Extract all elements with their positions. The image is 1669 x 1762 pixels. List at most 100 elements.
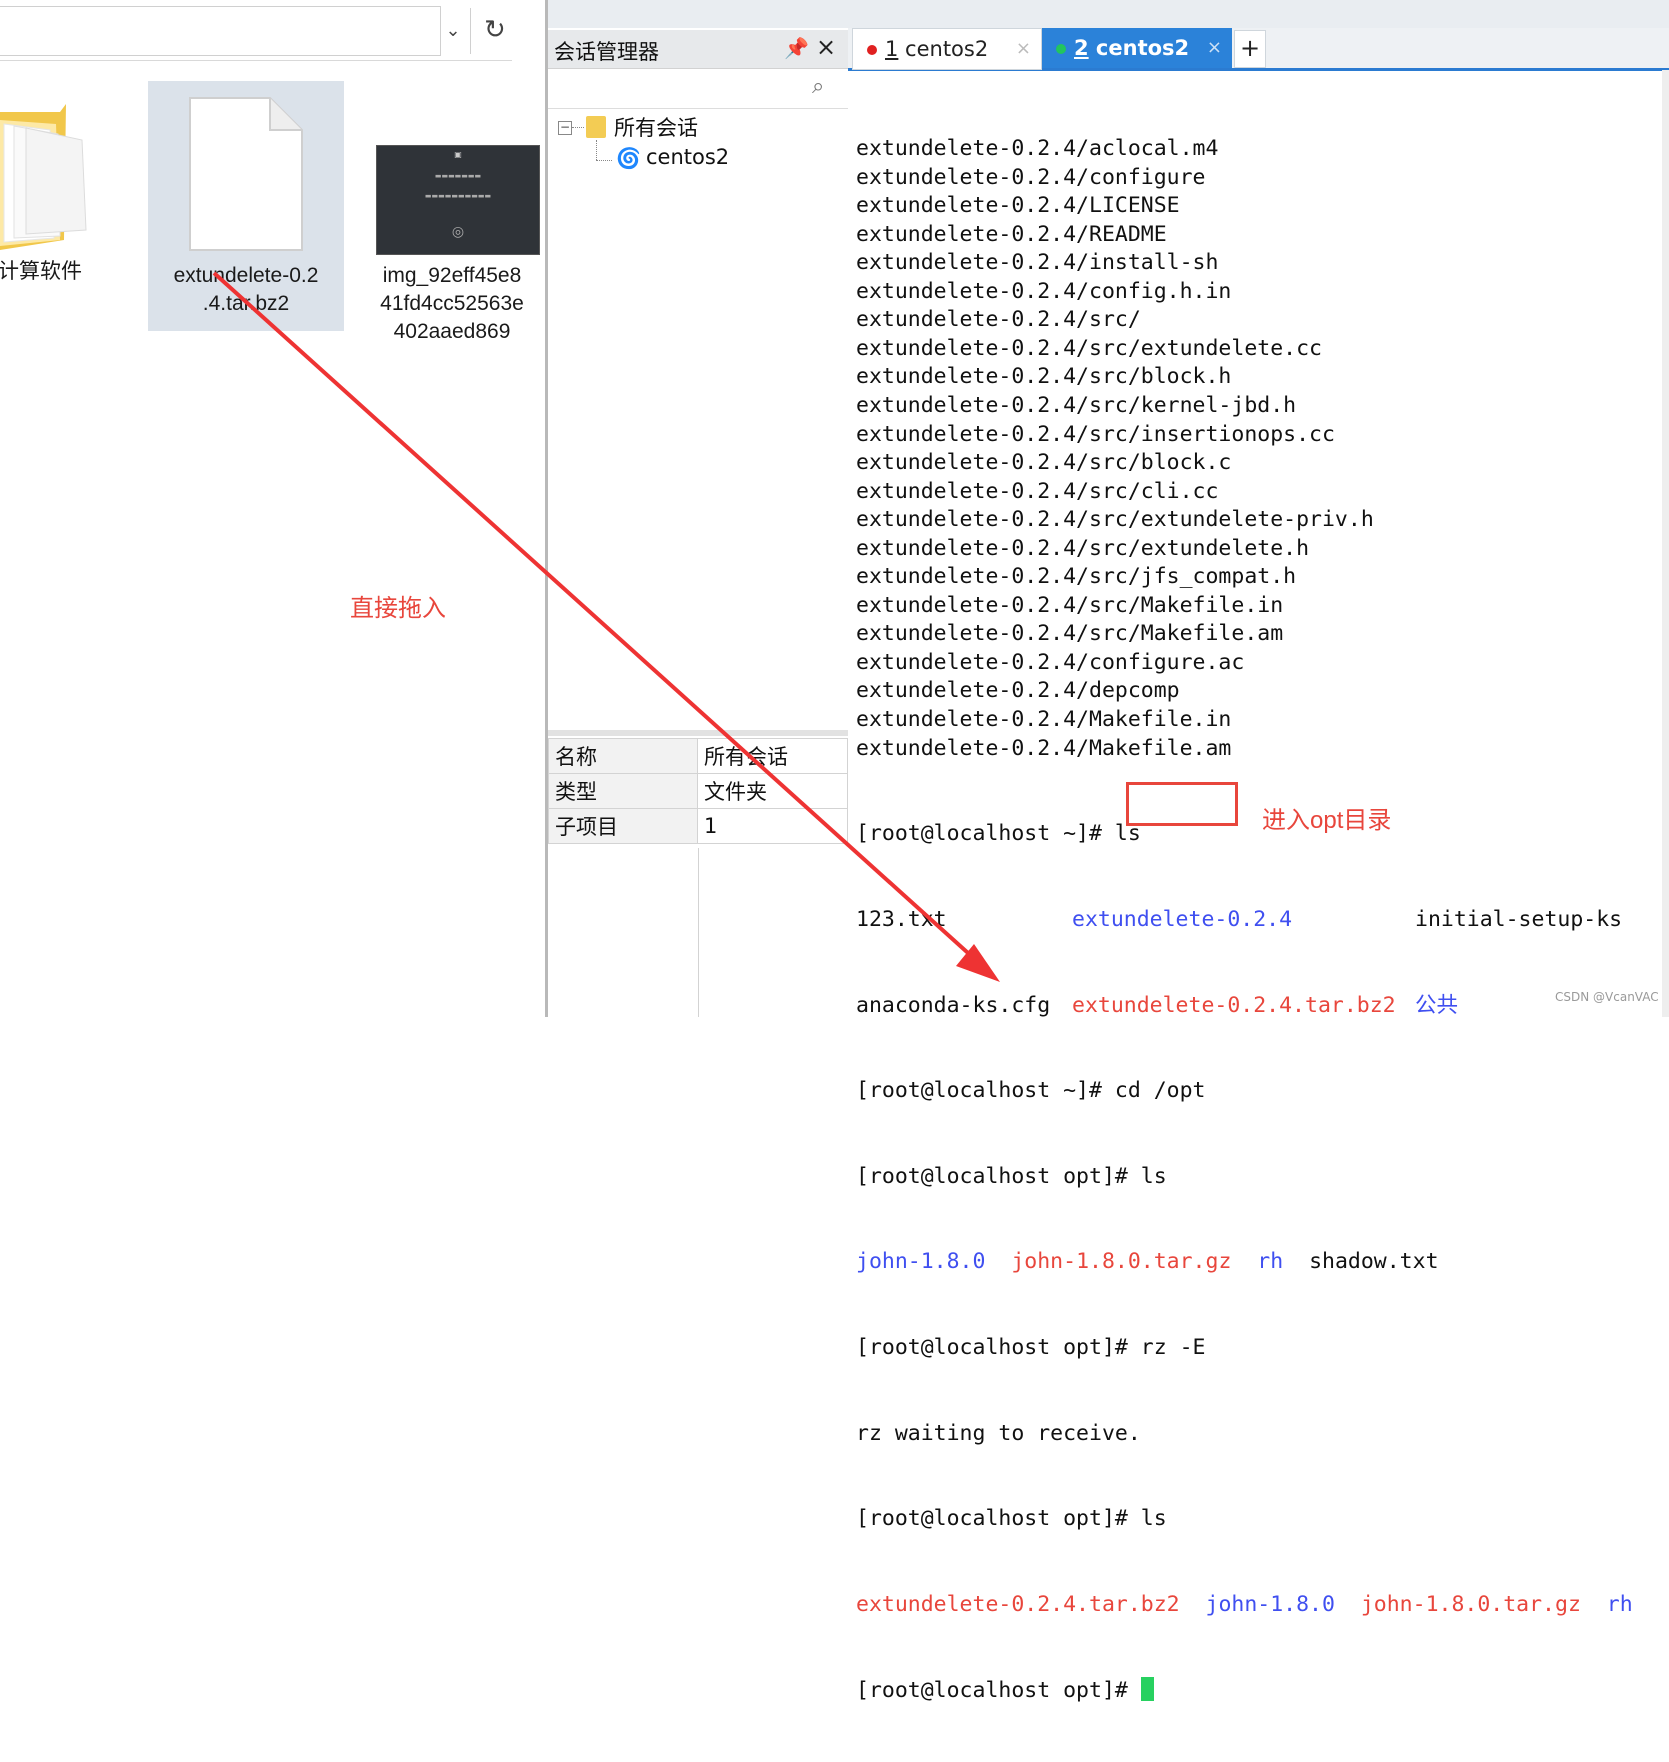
- folder-icon: [0, 104, 87, 250]
- prompt: [root@localhost ~]#: [856, 821, 1115, 847]
- ls-entry: shadow.txt: [1309, 1249, 1439, 1275]
- tar-output-line: extundelete-0.2.4/Makefile.in: [856, 707, 1232, 733]
- ls-entry: anaconda-ks.cfg: [856, 992, 1051, 1018]
- tab-index: 2: [1074, 36, 1089, 60]
- tree-item-centos2[interactable]: centos2: [646, 145, 729, 169]
- address-separator: [470, 8, 471, 54]
- terminal-line: extundelete-0.2.4.tar.bz2 john-1.8.0 joh…: [856, 1591, 1666, 1620]
- thumbnail-lines-icon: ▬▬▬▬▬▬▬▬▬▬: [424, 192, 492, 200]
- tar-output-line: extundelete-0.2.4/src/extundelete.h: [856, 535, 1310, 561]
- tree-collapse-icon[interactable]: −: [558, 121, 572, 135]
- terminal-line: [root@localhost opt]# rz -E: [856, 1334, 1666, 1363]
- address-dropdown-chevron-icon[interactable]: ⌄: [440, 14, 466, 48]
- close-tab-icon[interactable]: ×: [1016, 29, 1031, 69]
- tar-output-line: extundelete-0.2.4/src/extundelete.cc: [856, 335, 1322, 361]
- ls-entry: john-1.8.0.tar.gz: [1011, 1249, 1232, 1275]
- tar-output-line: extundelete-0.2.4/install-sh: [856, 250, 1219, 276]
- terminal-line: 123.txt extundelete-0.2.4 initial-setup-ks: [856, 906, 1666, 935]
- terminal-cursor: [1140, 1676, 1154, 1701]
- terminal-scrollbar[interactable]: [1662, 70, 1669, 1017]
- property-name: 子项目: [548, 808, 698, 844]
- folder-item[interactable]: 计算软件: [0, 100, 110, 290]
- search-icon[interactable]: ⌕: [812, 74, 838, 100]
- image-label-line2: 41fd4cc52563e: [380, 292, 524, 315]
- status-dot-icon: [867, 45, 877, 55]
- tar-output-line: extundelete-0.2.4/configure.ac: [856, 649, 1245, 675]
- terminal-line: [root@localhost opt]# ls: [856, 1163, 1666, 1192]
- drag-annotation: 直接拖入: [350, 595, 446, 622]
- terminal-line: john-1.8.0 john-1.8.0.tar.gz rh shadow.t…: [856, 1248, 1666, 1277]
- tree-connector: [596, 160, 612, 161]
- refresh-icon[interactable]: ↻: [484, 12, 512, 48]
- ls-entry: extundelete-0.2.4.tar.bz2: [856, 1591, 1180, 1617]
- ls-entry: john-1.8.0: [856, 1249, 986, 1275]
- tab-session-1[interactable]: 1 centos2 ×: [852, 28, 1042, 70]
- ls-entry: rh: [1606, 1591, 1633, 1617]
- property-name: 名称: [548, 738, 698, 774]
- tab-session-2[interactable]: 2 centos2 ×: [1042, 28, 1232, 68]
- session-swirl-icon: 🌀: [616, 146, 641, 170]
- tar-output-line: extundelete-0.2.4/src/: [856, 307, 1141, 333]
- file-label-line1: extundelete-0.2: [173, 264, 319, 287]
- image-label: img_92eff45e8 41fd4cc52563e 402aaed869: [362, 262, 542, 346]
- tar-output-line: extundelete-0.2.4/src/insertionops.cc: [856, 421, 1335, 447]
- session-manager-title: 会话管理器: [554, 40, 659, 64]
- property-name: 类型: [548, 773, 698, 809]
- property-value: 所有会话: [697, 738, 848, 774]
- tar-output-line: extundelete-0.2.4/LICENSE: [856, 193, 1180, 219]
- explorer-address-bar: ⌄ ↻: [0, 0, 512, 61]
- properties-table: 名称 所有会话 类型 文件夹 子项目 1: [548, 738, 848, 844]
- close-tab-icon[interactable]: ×: [1207, 28, 1222, 68]
- new-tab-button[interactable]: +: [1234, 30, 1266, 68]
- ls-entry: extundelete-0.2.4: [1072, 906, 1293, 932]
- pin-icon[interactable]: 📌: [784, 36, 809, 60]
- status-dot-icon: [1056, 44, 1066, 54]
- thumbnail-seal-icon: ◎: [451, 224, 465, 240]
- ls-entry: john-1.8.0.tar.gz: [1360, 1591, 1581, 1617]
- tar-output-line: extundelete-0.2.4/src/block.h: [856, 364, 1232, 390]
- property-value: 1: [697, 808, 848, 844]
- folder-label: 计算软件: [0, 260, 82, 283]
- tar-output-line: extundelete-0.2.4/aclocal.m4: [856, 136, 1219, 162]
- prompt: [root@localhost ~]#: [856, 1078, 1115, 1104]
- close-icon[interactable]: ×: [816, 33, 836, 61]
- tree-item-all-sessions[interactable]: 所有会话: [614, 112, 698, 142]
- image-thumbnail[interactable]: ▣ ▬▬▬▬▬▬▬ ▬▬▬▬▬▬▬▬▬▬ ◎: [376, 145, 540, 255]
- address-field[interactable]: [0, 6, 441, 56]
- terminal-line: [root@localhost opt]# ls: [856, 1505, 1666, 1534]
- tree-connector: [572, 127, 584, 128]
- command: cd /opt: [1114, 1078, 1206, 1104]
- property-row: 名称 所有会话: [548, 738, 848, 774]
- terminal-top-strip: [848, 0, 1669, 28]
- tar-output-line: extundelete-0.2.4/README: [856, 221, 1167, 247]
- tar-output-line: extundelete-0.2.4/src/jfs_compat.h: [856, 564, 1297, 590]
- prompt: [root@localhost opt]#: [856, 1163, 1141, 1189]
- tab-label: centos2: [898, 37, 989, 61]
- tab-index: 1: [885, 37, 899, 61]
- tar-output-line: extundelete-0.2.4/src/Makefile.in: [856, 592, 1284, 618]
- properties-divider: [548, 730, 848, 736]
- terminal-pane: 1 centos2 × 2 centos2 × + extundelete-0.…: [848, 0, 1669, 1703]
- tar-output-line: extundelete-0.2.4/Makefile.am: [856, 735, 1232, 761]
- session-search-input[interactable]: [548, 70, 848, 109]
- tar-output-lines: extundelete-0.2.4/aclocal.m4 extundelete-…: [856, 135, 1666, 763]
- terminal-output[interactable]: extundelete-0.2.4/aclocal.m4 extundelete-…: [856, 78, 1666, 1762]
- thumbnail-logo-icon: ▣: [454, 150, 462, 159]
- folder-icon: [586, 116, 606, 138]
- terminal-line: anaconda-ks.cfg extundelete-0.2.4.tar.bz2…: [856, 992, 1666, 1021]
- document-icon: [189, 97, 303, 251]
- cd-annotation: 进入opt目录: [1262, 807, 1392, 834]
- watermark: CSDN @VcanVAC: [1555, 990, 1659, 1004]
- ls-entry: rh: [1257, 1249, 1284, 1275]
- thumbnail-lines-icon: ▬▬▬▬▬▬▬: [434, 172, 482, 180]
- cd-command-highlight-box: [1126, 782, 1238, 826]
- prompt: [root@localhost opt]#: [856, 1335, 1141, 1361]
- image-label-line1: img_92eff45e8: [382, 264, 522, 287]
- property-value: 文件夹: [697, 773, 848, 809]
- file-explorer-pane: ⌄ ↻ 计算软件 extundelete-0.2 .4.tar.bz2 ▣ ▬▬…: [0, 0, 540, 1017]
- file-label-line2: .4.tar.bz2: [202, 292, 290, 315]
- tar-output-line: extundelete-0.2.4/config.h.in: [856, 278, 1232, 304]
- tar-output-line: extundelete-0.2.4/src/cli.cc: [856, 478, 1219, 504]
- ls-entry: extundelete-0.2.4.tar.bz2: [1072, 992, 1396, 1018]
- tar-output-line: extundelete-0.2.4/src/kernel-jbd.h: [856, 393, 1297, 419]
